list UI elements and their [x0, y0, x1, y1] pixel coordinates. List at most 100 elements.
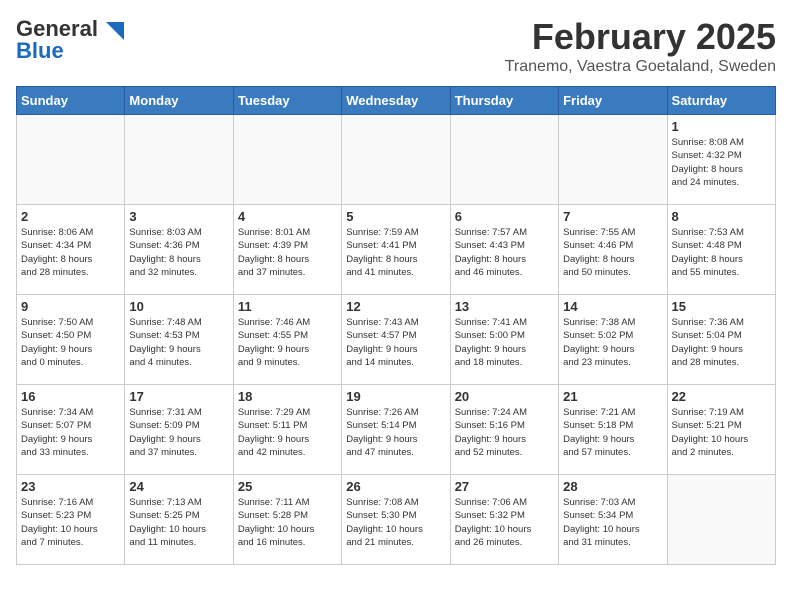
weekday-header-saturday: Saturday — [667, 87, 775, 115]
day-info: Sunrise: 7:03 AM Sunset: 5:34 PM Dayligh… — [563, 496, 662, 549]
calendar-cell: 25Sunrise: 7:11 AM Sunset: 5:28 PM Dayli… — [233, 475, 341, 565]
calendar-cell — [559, 115, 667, 205]
day-number: 1 — [672, 119, 771, 134]
day-number: 22 — [672, 389, 771, 404]
calendar-cell: 9 Sunrise: 7:50 AM Sunset: 4:50 PM Daylig… — [17, 295, 125, 385]
day-info: Sunrise: 7:53 AM Sunset: 4:48 PM Dayligh… — [672, 226, 771, 279]
calendar-cell: 21 Sunrise: 7:21 AM Sunset: 5:18 PM Dayli… — [559, 385, 667, 475]
day-info: Sunrise: 7:46 AM Sunset: 4:55 PM Dayligh… — [238, 316, 337, 369]
day-number: 12 — [346, 299, 445, 314]
logo: General Blue — [16, 16, 124, 64]
weekday-header-monday: Monday — [125, 87, 233, 115]
day-info: Sunrise: 7:34 AM Sunset: 5:07 PM Dayligh… — [21, 406, 120, 459]
day-number: 13 — [455, 299, 554, 314]
calendar-cell — [342, 115, 450, 205]
calendar-week-5: 23 Sunrise: 7:16 AM Sunset: 5:23 PM Dayli… — [17, 475, 776, 565]
day-number: 18 — [238, 389, 337, 404]
calendar-body: 1 Sunrise: 8:08 AM Sunset: 4:32 PM Daylig… — [17, 115, 776, 565]
day-number: 7 — [563, 209, 662, 224]
location-title: Tranemo, Vaestra Goetaland, Sweden — [505, 58, 776, 76]
day-info: Sunrise: 7:43 AM Sunset: 4:57 PM Dayligh… — [346, 316, 445, 369]
calendar-cell: 26 Sunrise: 7:08 AM Sunset: 5:30 PM Dayli… — [342, 475, 450, 565]
day-info: Sunrise: 8:08 AM Sunset: 4:32 PM Dayligh… — [672, 136, 771, 189]
calendar-cell: 19Sunrise: 7:26 AM Sunset: 5:14 PM Dayli… — [342, 385, 450, 475]
calendar-cell: 23 Sunrise: 7:16 AM Sunset: 5:23 PM Dayli… — [17, 475, 125, 565]
day-info: Sunrise: 8:01 AM Sunset: 4:39 PM Dayligh… — [238, 226, 337, 279]
day-number: 9 — [21, 299, 120, 314]
day-number: 23 — [21, 479, 120, 494]
day-info: Sunrise: 7:36 AM Sunset: 5:04 PM Dayligh… — [672, 316, 771, 369]
day-number: 16 — [21, 389, 120, 404]
day-number: 20 — [455, 389, 554, 404]
calendar-cell: 6Sunrise: 7:57 AM Sunset: 4:43 PM Daylig… — [450, 205, 558, 295]
day-info: Sunrise: 8:03 AM Sunset: 4:36 PM Dayligh… — [129, 226, 228, 279]
day-info: Sunrise: 7:29 AM Sunset: 5:11 PM Dayligh… — [238, 406, 337, 459]
day-info: Sunrise: 7:31 AM Sunset: 5:09 PM Dayligh… — [129, 406, 228, 459]
day-number: 3 — [129, 209, 228, 224]
calendar-cell: 22 Sunrise: 7:19 AM Sunset: 5:21 PM Dayli… — [667, 385, 775, 475]
day-info: Sunrise: 7:59 AM Sunset: 4:41 PM Dayligh… — [346, 226, 445, 279]
weekday-header-thursday: Thursday — [450, 87, 558, 115]
day-number: 8 — [672, 209, 771, 224]
day-info: Sunrise: 7:13 AM Sunset: 5:25 PM Dayligh… — [129, 496, 228, 549]
calendar-week-3: 9 Sunrise: 7:50 AM Sunset: 4:50 PM Daylig… — [17, 295, 776, 385]
calendar-cell: 7 Sunrise: 7:55 AM Sunset: 4:46 PM Daylig… — [559, 205, 667, 295]
day-number: 21 — [563, 389, 662, 404]
calendar-cell: 1 Sunrise: 8:08 AM Sunset: 4:32 PM Daylig… — [667, 115, 775, 205]
calendar-cell: 18 Sunrise: 7:29 AM Sunset: 5:11 PM Dayli… — [233, 385, 341, 475]
logo-icon — [102, 18, 124, 40]
day-info: Sunrise: 7:41 AM Sunset: 5:00 PM Dayligh… — [455, 316, 554, 369]
day-info: Sunrise: 7:24 AM Sunset: 5:16 PM Dayligh… — [455, 406, 554, 459]
day-number: 17 — [129, 389, 228, 404]
month-title: February 2025 — [505, 16, 776, 58]
day-number: 27 — [455, 479, 554, 494]
weekday-header-tuesday: Tuesday — [233, 87, 341, 115]
day-number: 11 — [238, 299, 337, 314]
day-info: Sunrise: 7:55 AM Sunset: 4:46 PM Dayligh… — [563, 226, 662, 279]
weekday-header-sunday: Sunday — [17, 87, 125, 115]
calendar-cell: 24 Sunrise: 7:13 AM Sunset: 5:25 PM Dayli… — [125, 475, 233, 565]
calendar-cell — [17, 115, 125, 205]
weekday-header-row: SundayMondayTuesdayWednesdayThursdayFrid… — [17, 87, 776, 115]
title-area: February 2025 Tranemo, Vaestra Goetaland… — [505, 16, 776, 76]
day-number: 10 — [129, 299, 228, 314]
calendar-cell — [233, 115, 341, 205]
weekday-header-friday: Friday — [559, 87, 667, 115]
weekday-header-wednesday: Wednesday — [342, 87, 450, 115]
day-number: 4 — [238, 209, 337, 224]
calendar-week-4: 16 Sunrise: 7:34 AM Sunset: 5:07 PM Dayli… — [17, 385, 776, 475]
calendar-cell — [125, 115, 233, 205]
calendar-cell: 3 Sunrise: 8:03 AM Sunset: 4:36 PM Daylig… — [125, 205, 233, 295]
calendar-week-2: 2Sunrise: 8:06 AM Sunset: 4:34 PM Daylig… — [17, 205, 776, 295]
logo-blue-text: Blue — [16, 38, 64, 64]
calendar-cell: 5Sunrise: 7:59 AM Sunset: 4:41 PM Daylig… — [342, 205, 450, 295]
calendar-cell — [667, 475, 775, 565]
calendar-cell: 12 Sunrise: 7:43 AM Sunset: 4:57 PM Dayli… — [342, 295, 450, 385]
day-number: 24 — [129, 479, 228, 494]
calendar-cell: 2Sunrise: 8:06 AM Sunset: 4:34 PM Daylig… — [17, 205, 125, 295]
day-number: 14 — [563, 299, 662, 314]
day-info: Sunrise: 7:19 AM Sunset: 5:21 PM Dayligh… — [672, 406, 771, 459]
day-info: Sunrise: 7:21 AM Sunset: 5:18 PM Dayligh… — [563, 406, 662, 459]
day-info: Sunrise: 7:50 AM Sunset: 4:50 PM Dayligh… — [21, 316, 120, 369]
calendar-cell: 10 Sunrise: 7:48 AM Sunset: 4:53 PM Dayli… — [125, 295, 233, 385]
calendar-cell: 20 Sunrise: 7:24 AM Sunset: 5:16 PM Dayli… — [450, 385, 558, 475]
day-info: Sunrise: 7:08 AM Sunset: 5:30 PM Dayligh… — [346, 496, 445, 549]
calendar-cell: 8 Sunrise: 7:53 AM Sunset: 4:48 PM Daylig… — [667, 205, 775, 295]
calendar-cell: 11 Sunrise: 7:46 AM Sunset: 4:55 PM Dayli… — [233, 295, 341, 385]
day-info: Sunrise: 7:16 AM Sunset: 5:23 PM Dayligh… — [21, 496, 120, 549]
calendar-header: SundayMondayTuesdayWednesdayThursdayFrid… — [17, 87, 776, 115]
calendar-cell: 4 Sunrise: 8:01 AM Sunset: 4:39 PM Daylig… — [233, 205, 341, 295]
day-info: Sunrise: 7:06 AM Sunset: 5:32 PM Dayligh… — [455, 496, 554, 549]
day-number: 25 — [238, 479, 337, 494]
calendar-week-1: 1 Sunrise: 8:08 AM Sunset: 4:32 PM Daylig… — [17, 115, 776, 205]
calendar-cell: 14 Sunrise: 7:38 AM Sunset: 5:02 PM Dayli… — [559, 295, 667, 385]
day-number: 2 — [21, 209, 120, 224]
calendar-table: SundayMondayTuesdayWednesdayThursdayFrid… — [16, 86, 776, 565]
day-number: 28 — [563, 479, 662, 494]
day-info: Sunrise: 7:38 AM Sunset: 5:02 PM Dayligh… — [563, 316, 662, 369]
day-info: Sunrise: 7:48 AM Sunset: 4:53 PM Dayligh… — [129, 316, 228, 369]
calendar-cell: 17 Sunrise: 7:31 AM Sunset: 5:09 PM Dayli… — [125, 385, 233, 475]
day-number: 15 — [672, 299, 771, 314]
day-number: 26 — [346, 479, 445, 494]
